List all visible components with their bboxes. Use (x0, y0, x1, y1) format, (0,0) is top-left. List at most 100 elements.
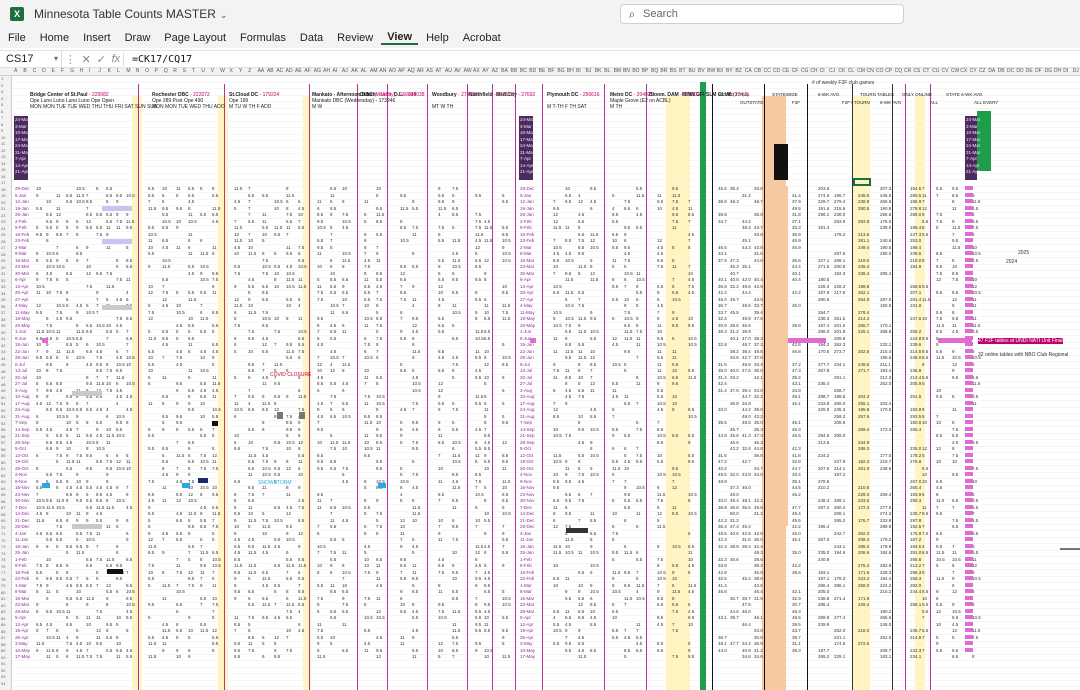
cell-value[interactable]: 11 (376, 596, 381, 601)
cell-value[interactable]: 8.5 (76, 251, 82, 256)
cell-value[interactable]: 7 (936, 258, 939, 263)
cell-value[interactable]: 10 (553, 264, 558, 269)
cell-value[interactable]: 8.5 (590, 648, 596, 653)
cell-value[interactable]: 11.5 (412, 511, 420, 516)
cell-value[interactable]: 187.4 (818, 323, 829, 328)
cell-value[interactable]: 7.5 (46, 323, 52, 328)
cell-value[interactable]: 8.5 (688, 407, 694, 412)
cell-value[interactable]: 30.7 (792, 602, 801, 607)
cell-value[interactable]: 7 (553, 238, 556, 243)
cell-value[interactable]: 218.7 (880, 459, 891, 464)
cell-value[interactable]: 7.5 (56, 310, 62, 315)
cell-value[interactable]: 8.5 (234, 622, 240, 627)
cell-value[interactable]: 188.4 (910, 245, 921, 250)
cell-value[interactable]: 9 (66, 362, 69, 367)
row-header[interactable]: 52 (1, 408, 5, 413)
cell-value[interactable]: 5.5 (148, 576, 154, 581)
cell-value[interactable]: 7 (248, 232, 251, 237)
cell-value[interactable]: 35.9 (792, 232, 801, 237)
column-header[interactable]: C (33, 68, 37, 74)
cell-value[interactable]: 4.5 (317, 414, 323, 419)
cell-value[interactable]: 8 (412, 251, 415, 256)
cell-value[interactable]: 35.1 (742, 264, 751, 269)
column-header[interactable]: I (89, 68, 90, 74)
column-header[interactable]: CT (923, 68, 930, 74)
cell-value[interactable]: 246.5 (880, 193, 891, 198)
cell-value[interactable]: 35.3 (754, 427, 763, 432)
cell-value[interactable]: 8.5 (590, 362, 596, 367)
cell-value[interactable]: 8.5 (657, 427, 663, 432)
cell-value[interactable]: 8.5 (376, 316, 382, 321)
cell-value[interactable]: 248.4 (818, 498, 829, 503)
cell-value[interactable]: 10.5 (364, 316, 373, 321)
cell-value[interactable]: 36.9 (754, 641, 763, 646)
cell-value[interactable]: 48.9 (718, 479, 727, 484)
cell-value[interactable]: 11 (116, 225, 121, 230)
cell-value[interactable]: 9 (672, 310, 675, 315)
cell-value[interactable]: 9 (922, 570, 925, 575)
cell-value[interactable]: 11 (612, 388, 617, 393)
cell-value[interactable]: 5.5 (438, 323, 444, 328)
cell-value[interactable]: 201.6 (834, 323, 845, 328)
cell-value[interactable]: 7.5 (106, 459, 112, 464)
cell-value[interactable]: 7 (274, 342, 277, 347)
cell-value[interactable]: 11 (672, 355, 677, 360)
cell-value[interactable]: 11 (286, 225, 291, 230)
cell-value[interactable]: 9.5 (126, 615, 132, 620)
cell-value[interactable]: 8 (672, 258, 675, 263)
cell-value[interactable]: 5.5 (922, 219, 928, 224)
cell-value[interactable]: 8.5 (126, 258, 132, 263)
cell-value[interactable]: 9 (484, 453, 487, 458)
cell-value[interactable]: 235.3 (834, 407, 845, 412)
cell-value[interactable]: 7.5 (36, 563, 42, 568)
spreadsheet-grid[interactable]: A B C D E F G H I J K L M N O P Q R S T U V W X Y Z AA AB AC AD AE AF AG… (0, 68, 1080, 690)
cell-value[interactable]: 5.5 (553, 479, 559, 484)
cell-value[interactable]: 8 (612, 277, 615, 282)
cell-value[interactable]: 6.5 (248, 485, 254, 490)
cell-value[interactable]: 8.5 (148, 492, 154, 497)
cell-value[interactable]: 7 (96, 544, 99, 549)
cell-value[interactable]: 8.5 (262, 349, 268, 354)
cell-value[interactable]: 271.7 (858, 368, 869, 373)
cell-value[interactable]: 6 (452, 225, 455, 230)
cell-value[interactable]: 46.4 (742, 622, 751, 627)
cell-value[interactable]: 234.2 (818, 453, 829, 458)
cell-value[interactable]: 45.4 (742, 524, 751, 529)
menu-help[interactable]: Help (420, 32, 455, 44)
cell-value[interactable]: 6.5 (657, 199, 663, 204)
cell-value[interactable]: 9 (484, 414, 487, 419)
cell-value[interactable]: 9 (234, 284, 237, 289)
cell-value[interactable]: 6 (106, 199, 109, 204)
cell-value[interactable]: 44.9 (718, 433, 727, 438)
cell-value[interactable]: 7.5 (76, 453, 82, 458)
cell-value[interactable]: 11 (364, 199, 369, 204)
cell-value[interactable]: 6.5 (148, 251, 154, 256)
cell-value[interactable]: 238.3 (818, 316, 829, 321)
cell-value[interactable]: 9 (438, 186, 441, 191)
cell-value[interactable]: 8 (672, 596, 675, 601)
cell-value[interactable]: 6 (553, 388, 556, 393)
cell-value[interactable]: 39.8 (792, 323, 801, 328)
cell-value[interactable]: 10 (262, 232, 267, 237)
cell-value[interactable]: 34.1 (718, 251, 727, 256)
cell-value[interactable]: 6.5 (262, 284, 268, 289)
cell-value[interactable]: 5.5 (188, 290, 194, 295)
cell-value[interactable]: 8 (590, 537, 593, 542)
cell-value[interactable]: 6 (475, 440, 478, 445)
cell-value[interactable]: 8 (86, 446, 89, 451)
cell-value[interactable]: 35.5 (718, 420, 727, 425)
cell-value[interactable]: 8 (126, 297, 129, 302)
cell-value[interactable]: 8 (657, 563, 660, 568)
cell-value[interactable]: 10 (200, 401, 205, 406)
cell-value[interactable]: 5.5 (412, 264, 418, 269)
menu-home[interactable]: Home (34, 32, 75, 44)
cell-value[interactable]: 6.5 (502, 498, 508, 503)
cell-value[interactable]: 12 (116, 459, 121, 464)
cell-value[interactable]: 6 (553, 518, 556, 523)
cell-value[interactable]: 49.6 (742, 303, 751, 308)
cell-value[interactable]: 11.5 (342, 440, 350, 445)
cell-value[interactable]: 9.5 (624, 225, 630, 230)
cell-value[interactable]: 4.5 (688, 563, 694, 568)
cell-value[interactable]: 10 (248, 303, 253, 308)
cell-value[interactable]: 4 (438, 212, 441, 217)
